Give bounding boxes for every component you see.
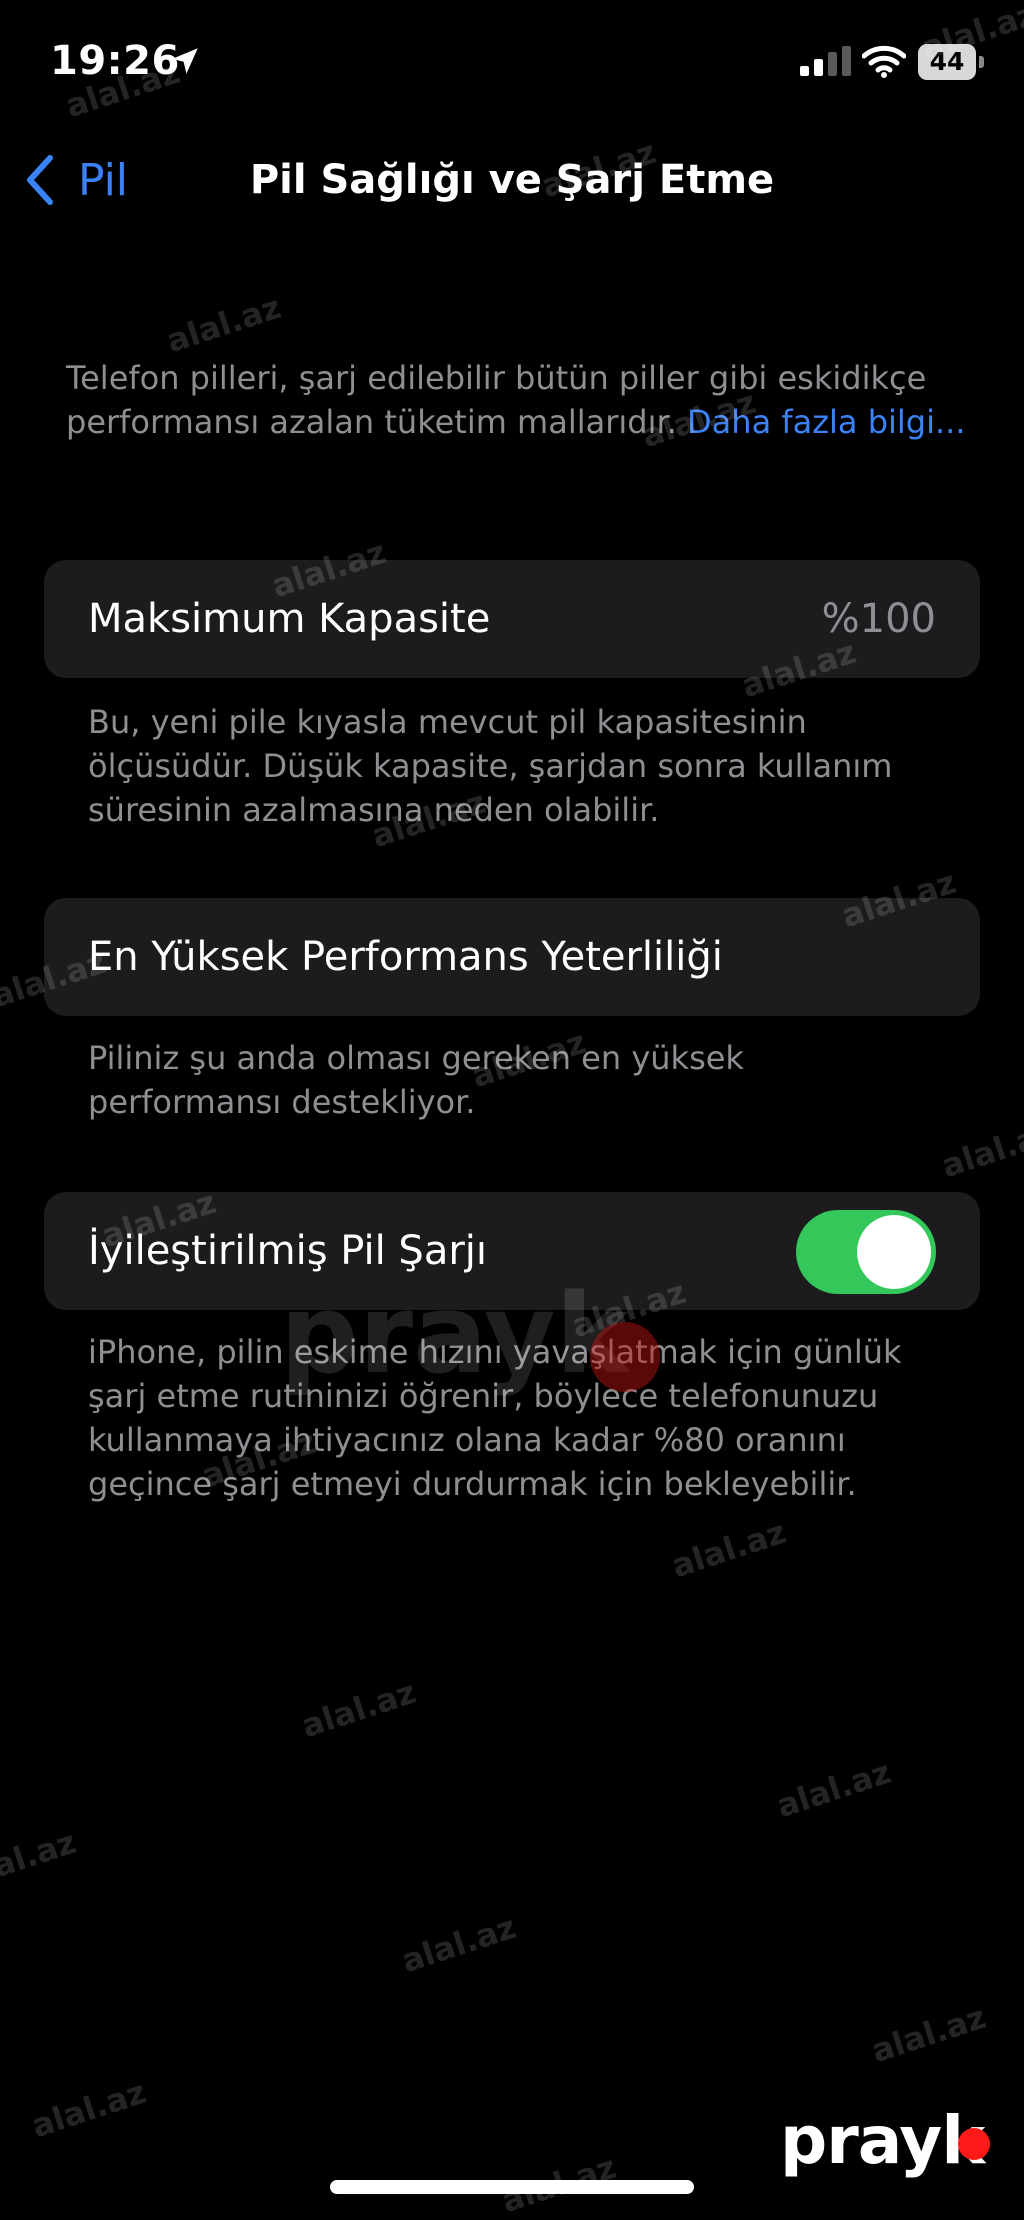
brand-logo-dot (958, 2128, 990, 2160)
watermark: alal.az (0, 1822, 81, 1896)
brand-logo: prayk (780, 2102, 985, 2179)
watermark: alal.az (667, 1512, 791, 1586)
home-indicator[interactable] (330, 2180, 694, 2194)
back-label: Pil (78, 154, 129, 206)
back-button[interactable]: Pil (22, 150, 128, 210)
toggle-knob (857, 1215, 931, 1289)
peak-performance-label: En Yüksek Performans Yeterliliği (88, 934, 723, 980)
watermark: alal.az (937, 1112, 1024, 1186)
intro-text: Telefon pilleri, şarj edilebilir bütün p… (66, 356, 966, 444)
optimized-charging-toggle[interactable] (796, 1210, 936, 1294)
watermark: alal.az (867, 1997, 991, 2071)
watermark: alal.az (772, 1752, 896, 1826)
brand-watermark: prayk (280, 1270, 629, 1398)
cellular-signal-icon (800, 46, 851, 76)
brand-watermark-dot (590, 1322, 660, 1392)
wifi-icon (862, 45, 906, 78)
page-title: Pil Sağlığı ve Şarj Etme (249, 157, 775, 203)
battery-nub (979, 56, 984, 68)
watermark: alal.az (397, 1907, 521, 1981)
watermark: alal.az (297, 1672, 421, 1746)
watermark: alal.az (27, 2072, 151, 2146)
watermark: alal.az (162, 287, 286, 361)
peak-performance-row: En Yüksek Performans Yeterliliği (44, 898, 980, 1016)
chevron-left-icon (27, 155, 53, 205)
maximum-capacity-footer: Bu, yeni pile kıyasla mevcut pil kapasit… (88, 703, 893, 829)
